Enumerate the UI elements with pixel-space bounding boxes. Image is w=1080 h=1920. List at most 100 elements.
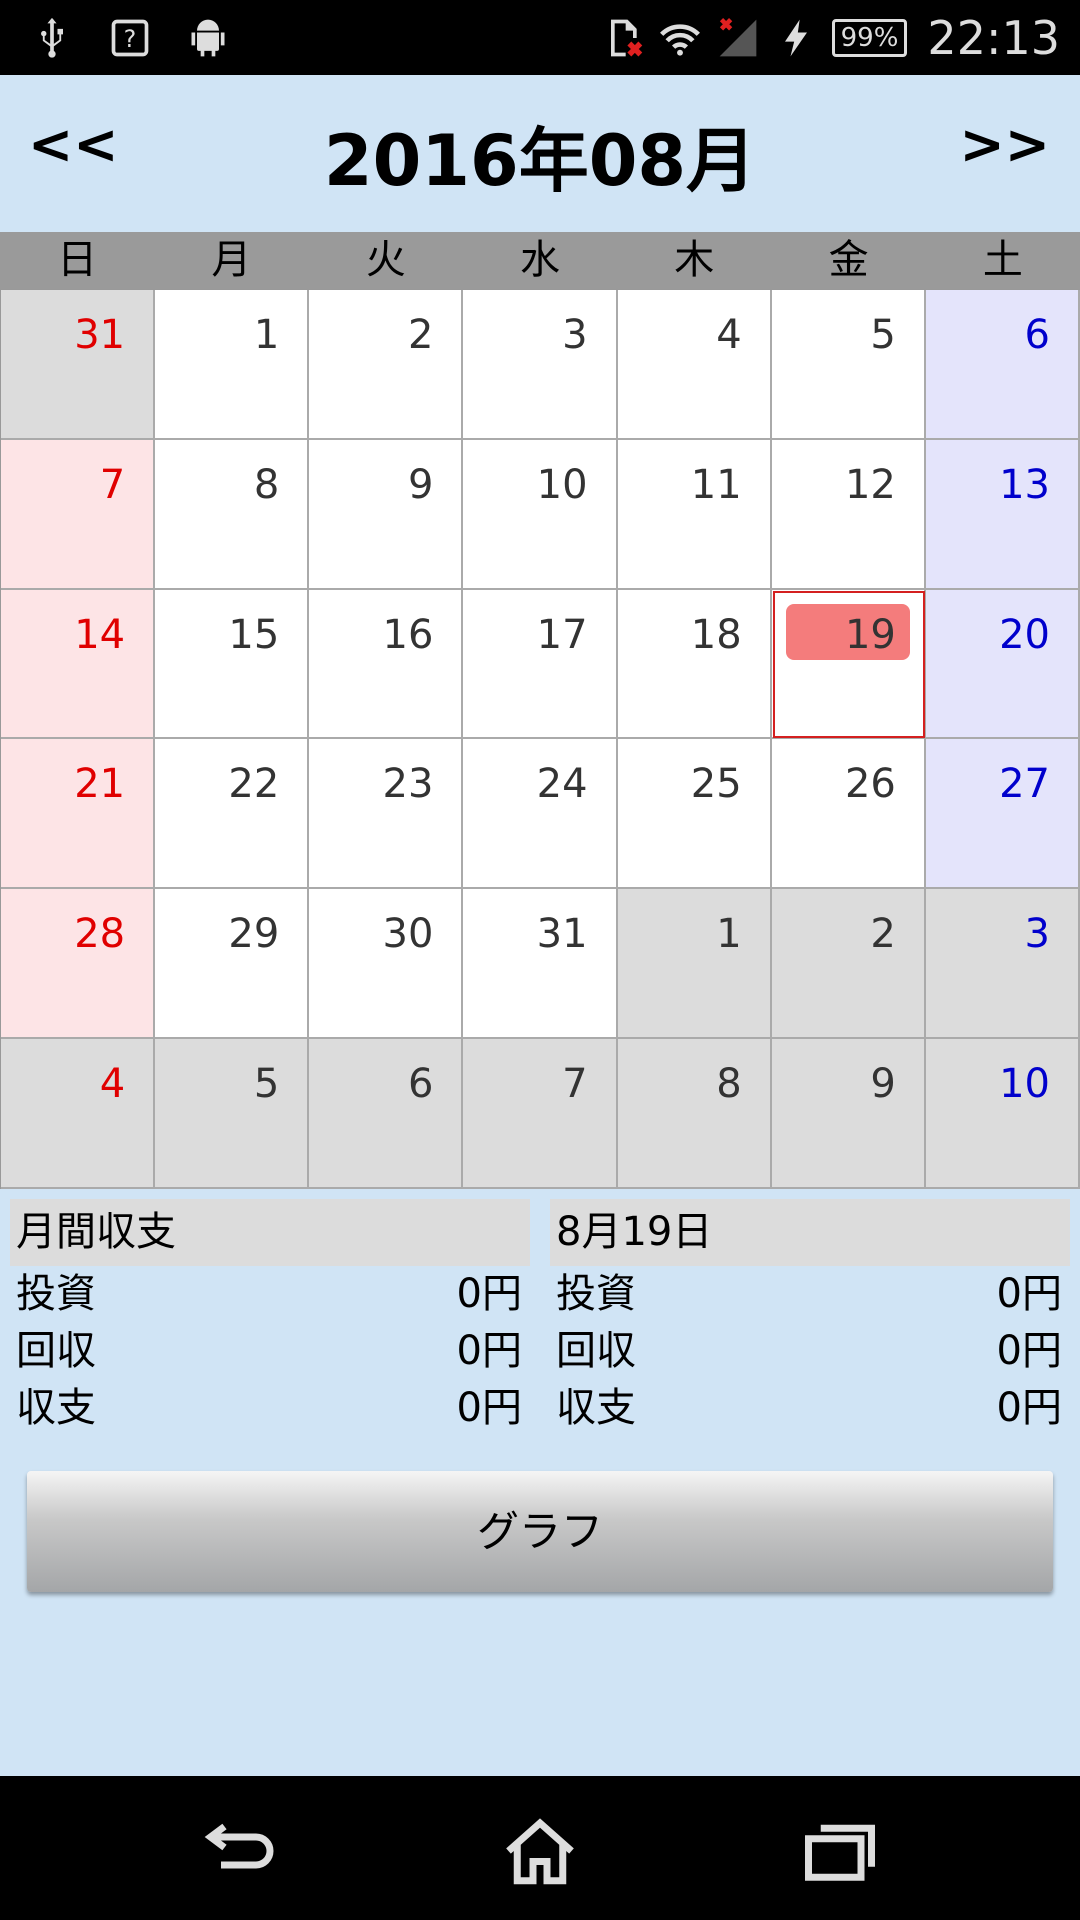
calendar-day[interactable]: 1 (617, 889, 772, 1040)
calendar-day[interactable]: 10 (463, 439, 618, 590)
calendar-day-number: 7 (562, 1061, 588, 1108)
weekday-wed: 水 (519, 237, 560, 283)
weekday-thu: 木 (674, 237, 715, 283)
calendar-day[interactable]: 30 (309, 889, 464, 1040)
calendar-day-number: 27 (999, 761, 1050, 808)
calendar-day[interactable]: 15 (155, 589, 310, 740)
sd-card-error-icon (600, 16, 644, 60)
summary-label: 収支 (556, 1385, 636, 1431)
calendar-day[interactable]: 10 (925, 1039, 1080, 1189)
calendar-day[interactable]: 6 (309, 1039, 464, 1189)
calendar-day-number: 25 (690, 761, 742, 808)
back-icon[interactable] (200, 1814, 284, 1888)
calendar-day[interactable]: 1 (155, 290, 310, 440)
calendar-day-number: 1 (253, 312, 280, 358)
summary-row: 回収 0円 (550, 1323, 1070, 1380)
monthly-summary: 月間収支 投資 0円 回収 0円 収支 0円 (10, 1199, 530, 1437)
calendar-day[interactable]: 29 (155, 889, 310, 1040)
calendar-day[interactable]: 5 (771, 290, 926, 440)
graph-button[interactable]: グラフ (27, 1471, 1053, 1592)
calendar-day-today[interactable]: 19 (771, 589, 926, 740)
calendar-day[interactable]: 8 (155, 439, 310, 590)
status-right: 99% 22:13 (600, 6, 1060, 69)
summary-value: 0円 (456, 1385, 522, 1431)
calendar-day-number: 26 (844, 761, 896, 808)
calendar-day[interactable]: 20 (925, 589, 1080, 740)
summary-value: 0円 (996, 1271, 1062, 1317)
calendar-day[interactable]: 2 (771, 889, 926, 1040)
calendar-day[interactable]: 9 (309, 439, 464, 590)
calendar-day[interactable]: 9 (771, 1039, 926, 1189)
calendar-day[interactable]: 5 (155, 1039, 310, 1189)
calendar-day-number: 13 (999, 461, 1050, 508)
home-icon[interactable] (498, 1814, 582, 1888)
calendar-day[interactable]: 16 (309, 589, 464, 740)
calendar-day[interactable]: 25 (617, 739, 772, 890)
calendar-day[interactable]: 18 (617, 589, 772, 740)
calendar-day[interactable]: 6 (925, 290, 1080, 440)
calendar-day-number: 3 (562, 312, 588, 358)
calendar-day[interactable]: 17 (463, 589, 618, 740)
weekday-tue: 火 (365, 237, 406, 283)
calendar-day[interactable]: 8 (617, 1039, 772, 1189)
calendar-day-number: 17 (536, 611, 588, 658)
calendar-day-number: 5 (253, 1061, 280, 1108)
daily-summary-title: 8月19日 (550, 1199, 1070, 1266)
calendar-day[interactable]: 7 (463, 1039, 618, 1189)
calendar-day-number: 10 (999, 1061, 1050, 1108)
navigation-bar (0, 1776, 1080, 1920)
calendar-day-number: 8 (716, 1061, 742, 1108)
summary-row: 投資 0円 (10, 1266, 530, 1323)
calendar-day-number: 3 (1024, 911, 1050, 958)
calendar-day-number: 29 (228, 911, 280, 958)
calendar-day-number: 28 (74, 911, 126, 958)
summary-label: 投資 (16, 1271, 96, 1317)
calendar-day-number: 24 (536, 761, 588, 808)
calendar-day[interactable]: 12 (771, 439, 926, 590)
calendar-day-number: 16 (382, 611, 434, 658)
calendar-day[interactable]: 28 (1, 889, 156, 1040)
calendar-day-number: 2 (407, 312, 434, 358)
calendar-day[interactable]: 14 (1, 589, 156, 740)
charging-icon (774, 16, 818, 60)
calendar-day[interactable]: 23 (309, 739, 464, 890)
calendar-day[interactable]: 27 (925, 739, 1080, 890)
calendar-header: << 2016年08月 >> (0, 75, 1080, 232)
calendar-day[interactable]: 26 (771, 739, 926, 890)
calendar-day-number: 9 (870, 1061, 896, 1108)
summary-label: 投資 (556, 1271, 636, 1317)
calendar-day-number: 10 (536, 461, 588, 508)
calendar-day[interactable]: 31 (463, 889, 618, 1040)
calendar-day-number: 31 (536, 911, 588, 958)
calendar-day-number: 7 (99, 461, 126, 508)
weekday-fri: 金 (828, 237, 869, 283)
calendar-day-number: 6 (407, 1061, 434, 1108)
calendar-day[interactable]: 4 (1, 1039, 156, 1189)
calendar-day[interactable]: 13 (925, 439, 1080, 590)
next-month-button[interactable]: >> (960, 113, 1051, 176)
calendar-day-number: 22 (228, 761, 280, 808)
calendar-day[interactable]: 4 (617, 290, 772, 440)
calendar-day[interactable]: 7 (1, 439, 156, 590)
cellular-signal-icon (716, 16, 760, 60)
calendar-day[interactable]: 2 (309, 290, 464, 440)
calendar-day-number: 4 (99, 1061, 126, 1108)
summary-row: 投資 0円 (550, 1266, 1070, 1323)
calendar-day[interactable]: 21 (1, 739, 156, 890)
calendar-day[interactable]: 22 (155, 739, 310, 890)
daily-summary: 8月19日 投資 0円 回収 0円 収支 0円 (550, 1199, 1070, 1437)
calendar-day-number: 14 (74, 611, 126, 658)
summary-label: 回収 (16, 1328, 96, 1374)
calendar-day[interactable]: 3 (925, 889, 1080, 1040)
calendar-day-number: 6 (1024, 312, 1050, 358)
monthly-summary-title: 月間収支 (10, 1199, 530, 1266)
calendar-day[interactable]: 31 (1, 290, 156, 440)
recent-apps-icon[interactable] (798, 1814, 882, 1888)
calendar-day[interactable]: 3 (463, 290, 618, 440)
weekday-sun: 日 (57, 237, 98, 283)
calendar-day-number: 12 (844, 461, 896, 508)
calendar-day-number: 20 (999, 611, 1050, 658)
calendar-day[interactable]: 11 (617, 439, 772, 590)
weekday-header: 日 月 火 水 木 金 土 (0, 232, 1080, 289)
calendar-day[interactable]: 24 (463, 739, 618, 890)
